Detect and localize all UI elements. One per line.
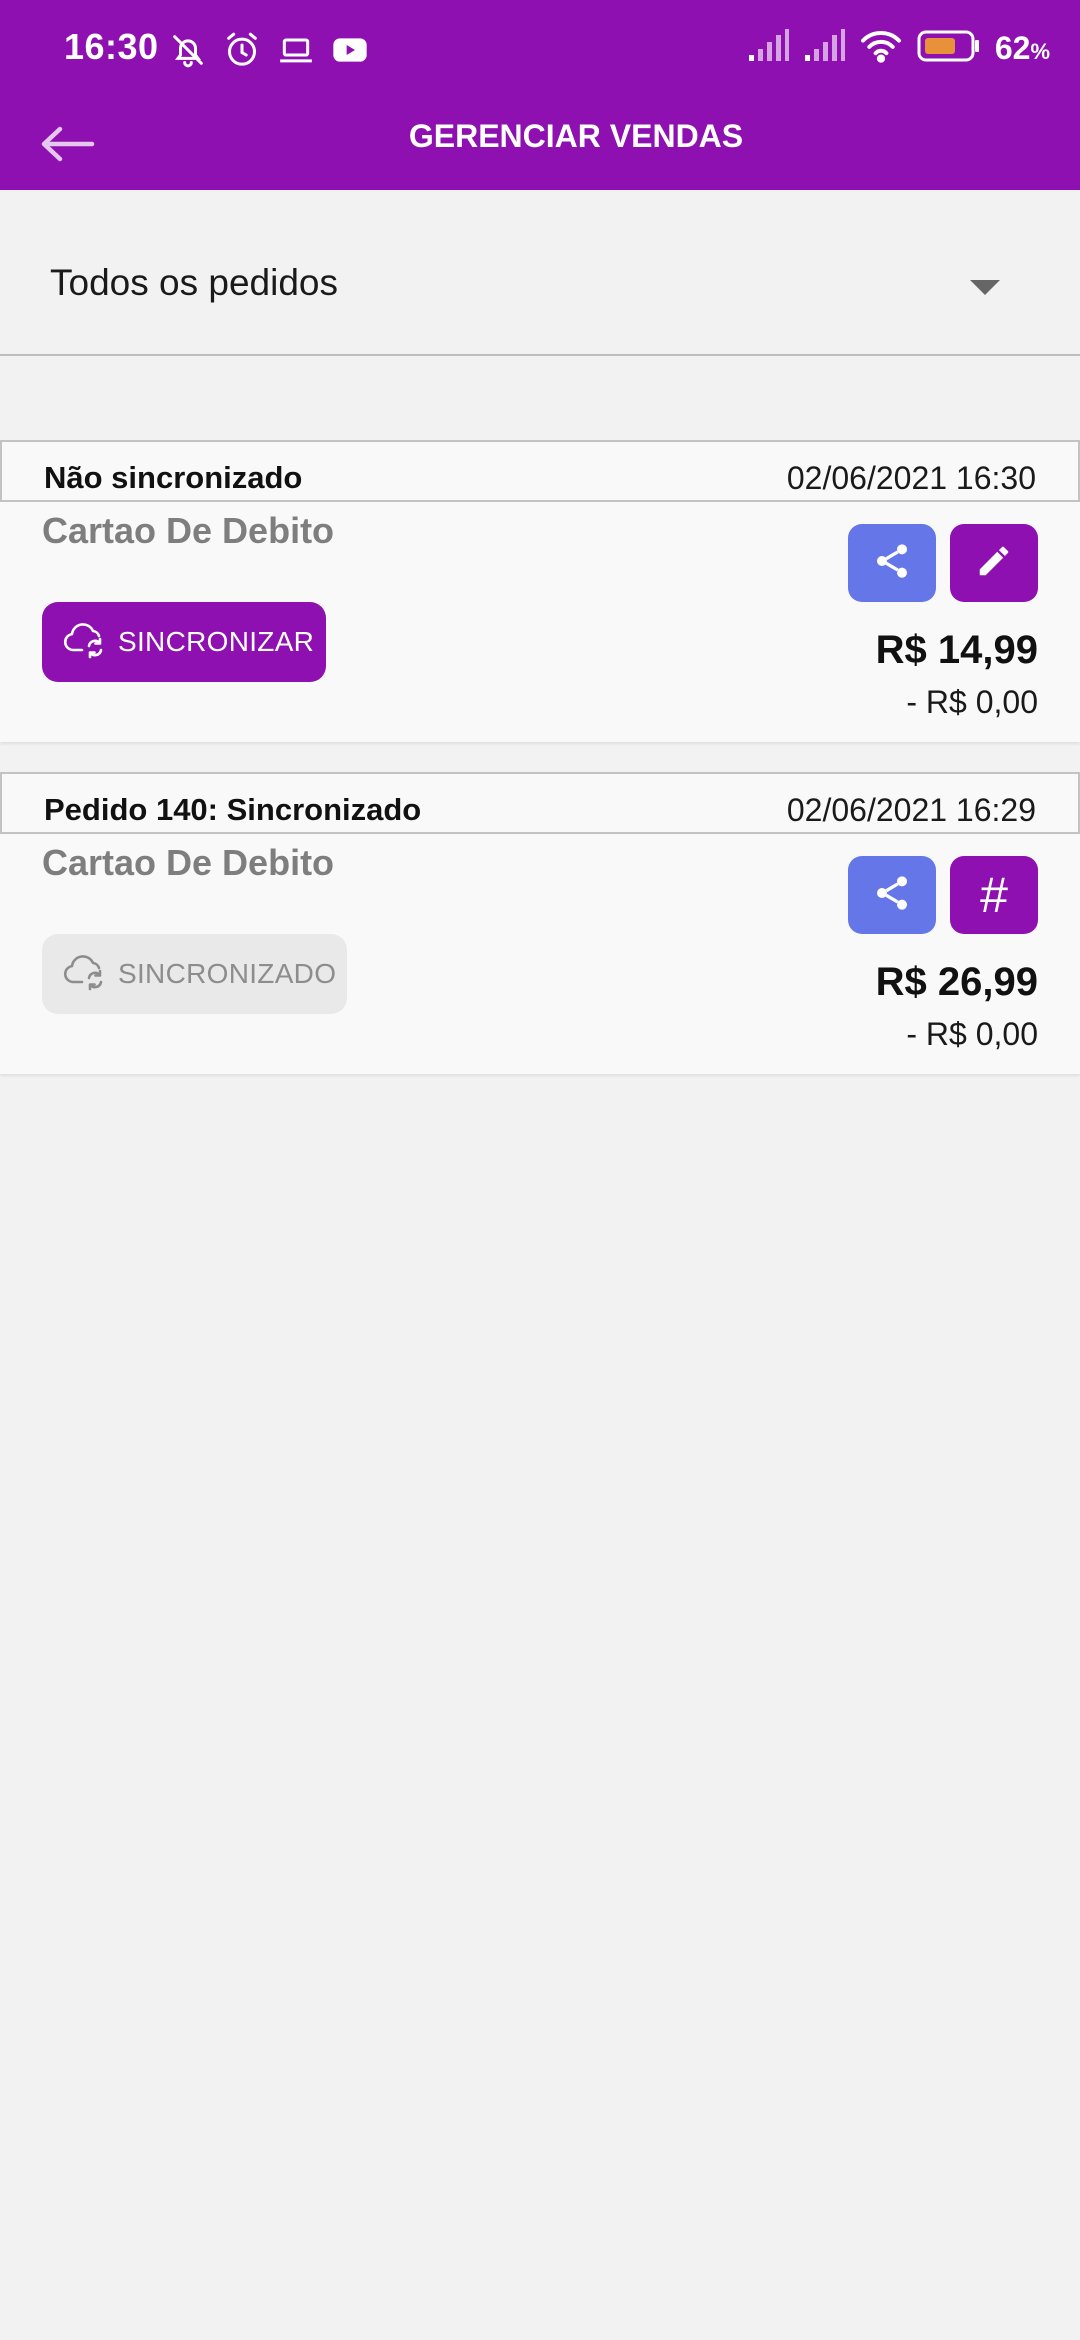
laptop-icon [276, 30, 316, 70]
battery-icon [917, 29, 981, 68]
order-card: Não sincronizado 02/06/2021 16:30 Cartao… [0, 440, 1080, 742]
order-filter-dropdown[interactable]: Todos os pedidos [0, 190, 1080, 356]
cloud-sync-icon [62, 951, 108, 998]
sync-button-label: SINCRONIZAR [118, 626, 315, 657]
order-total: R$ 14,99 [875, 628, 1038, 672]
sync-button[interactable]: SINCRONIZAR [42, 602, 326, 682]
order-datetime: 02/06/2021 16:30 [786, 460, 1036, 496]
muted-bell-icon [168, 30, 208, 70]
status-right: 62% [747, 28, 1050, 69]
status-bar: 16:30 62% [0, 0, 1080, 100]
share-button[interactable] [848, 524, 936, 602]
youtube-icon [330, 30, 370, 70]
synced-button[interactable]: SINCRONIZADO [42, 934, 347, 1014]
signal-icon [803, 29, 845, 68]
order-card: Pedido 140: Sincronizado 02/06/2021 16:2… [0, 772, 1080, 1074]
share-button[interactable] [848, 856, 936, 934]
order-filter-selected: Todos os pedidos [50, 262, 338, 303]
signal-icon [747, 29, 789, 68]
share-icon [872, 873, 912, 918]
order-card-header: Pedido 140: Sincronizado 02/06/2021 16:2… [0, 772, 1080, 834]
order-total: R$ 26,99 [875, 960, 1038, 1004]
app-bar: GERENCIAR VENDAS [0, 100, 1080, 190]
share-icon [872, 541, 912, 586]
wifi-icon [859, 28, 903, 69]
cloud-sync-icon [62, 619, 108, 666]
top-bar: 16:30 62% GERENCIAR VENDAS [0, 0, 1080, 190]
order-status: Não sincronizado [44, 460, 303, 495]
payment-method: Cartao De Debito [42, 842, 335, 883]
battery-percent: 62% [994, 30, 1050, 66]
sync-button-label: SINCRONIZADO [118, 958, 337, 989]
hash-icon: # [980, 867, 1008, 923]
edit-icon [975, 542, 1013, 585]
order-card-header: Não sincronizado 02/06/2021 16:30 [0, 440, 1080, 502]
page-title: GERENCIAR VENDAS [408, 118, 744, 154]
edit-button[interactable] [950, 524, 1038, 602]
status-time: 16:30 [64, 26, 159, 67]
status-icons [168, 30, 370, 70]
order-datetime: 02/06/2021 16:29 [786, 792, 1036, 828]
order-discount: - R$ 0,00 [906, 1016, 1038, 1052]
order-number-button[interactable]: # [950, 856, 1038, 934]
order-status: Pedido 140: Sincronizado [44, 792, 422, 827]
order-discount: - R$ 0,00 [906, 684, 1038, 720]
dropdown-caret-icon [970, 280, 1000, 295]
alarm-icon [222, 30, 262, 70]
payment-method: Cartao De Debito [42, 510, 335, 551]
